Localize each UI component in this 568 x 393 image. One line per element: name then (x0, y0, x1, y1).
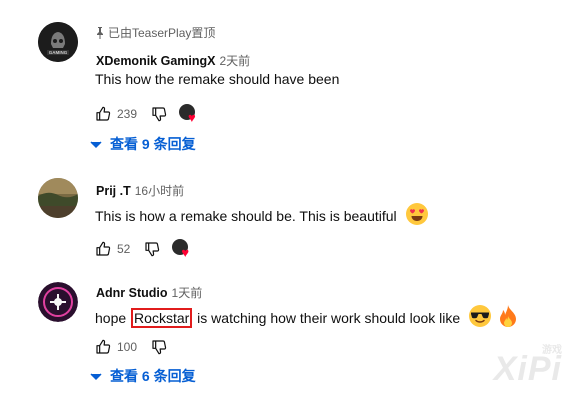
highlighted-word: Rockstar (131, 307, 193, 328)
cool-sunglasses-emoji-icon (468, 304, 492, 331)
thumbs-down-icon[interactable] (151, 106, 167, 122)
comment-time[interactable]: 1天前 (172, 284, 203, 301)
avatar[interactable] (38, 282, 78, 322)
avatar[interactable]: GAMING (38, 22, 78, 62)
comment-meta: XDemonik GamingX 2天前 (96, 52, 250, 69)
comment-actions: 239 ♥ (95, 104, 201, 124)
site-watermark: 游戏 XiPi (493, 345, 562, 388)
like-count: 100 (117, 340, 138, 354)
comment-meta: Adnr Studio 1天前 (96, 284, 202, 301)
comment-text: This is how a remake should be. This is … (95, 202, 429, 229)
comment-actions: 52 ♥ (95, 239, 194, 259)
comment-text: This how the remake should have been (95, 71, 340, 87)
heart-icon: ♥ (181, 245, 190, 260)
author-name[interactable]: Prij .T (96, 184, 131, 198)
chevron-down-icon (90, 136, 102, 152)
author-name[interactable]: Adnr Studio (96, 286, 168, 300)
author-name[interactable]: XDemonik GamingX (96, 54, 215, 68)
thumbs-down-icon[interactable] (151, 339, 167, 355)
comment-time[interactable]: 2天前 (219, 52, 250, 69)
like-count: 239 (117, 107, 138, 121)
like-count: 52 (117, 242, 131, 256)
comment-text: hope Rockstar is watching how their work… (95, 304, 518, 331)
thumbs-up-icon[interactable] (95, 339, 111, 355)
comment-actions: 100 (95, 339, 167, 355)
avatar[interactable] (38, 178, 78, 218)
creator-heart-badge: ♥ (172, 239, 194, 259)
fire-emoji-icon (498, 304, 518, 331)
creator-heart-badge: ♥ (179, 104, 201, 124)
thumbs-down-icon[interactable] (144, 241, 160, 257)
view-replies-label: 查看 6 条回复 (110, 368, 196, 384)
heart-eyes-emoji-icon (405, 202, 429, 229)
comment-meta: Prij .T 16小时前 (96, 182, 184, 199)
heart-icon: ♥ (188, 110, 196, 125)
pin-icon (96, 26, 104, 39)
view-replies-label: 查看 9 条回复 (110, 136, 196, 152)
pinned-label: 已由TeaserPlay置顶 (96, 24, 215, 41)
thumbs-up-icon[interactable] (95, 106, 111, 122)
avatar-logo-text: GAMING (49, 50, 68, 55)
view-replies-button[interactable]: 查看 9 条回复 (90, 134, 196, 154)
view-replies-button[interactable]: 查看 6 条回复 (90, 366, 196, 386)
thumbs-up-icon[interactable] (95, 241, 111, 257)
chevron-down-icon (90, 368, 102, 384)
comment-time[interactable]: 16小时前 (135, 182, 184, 199)
